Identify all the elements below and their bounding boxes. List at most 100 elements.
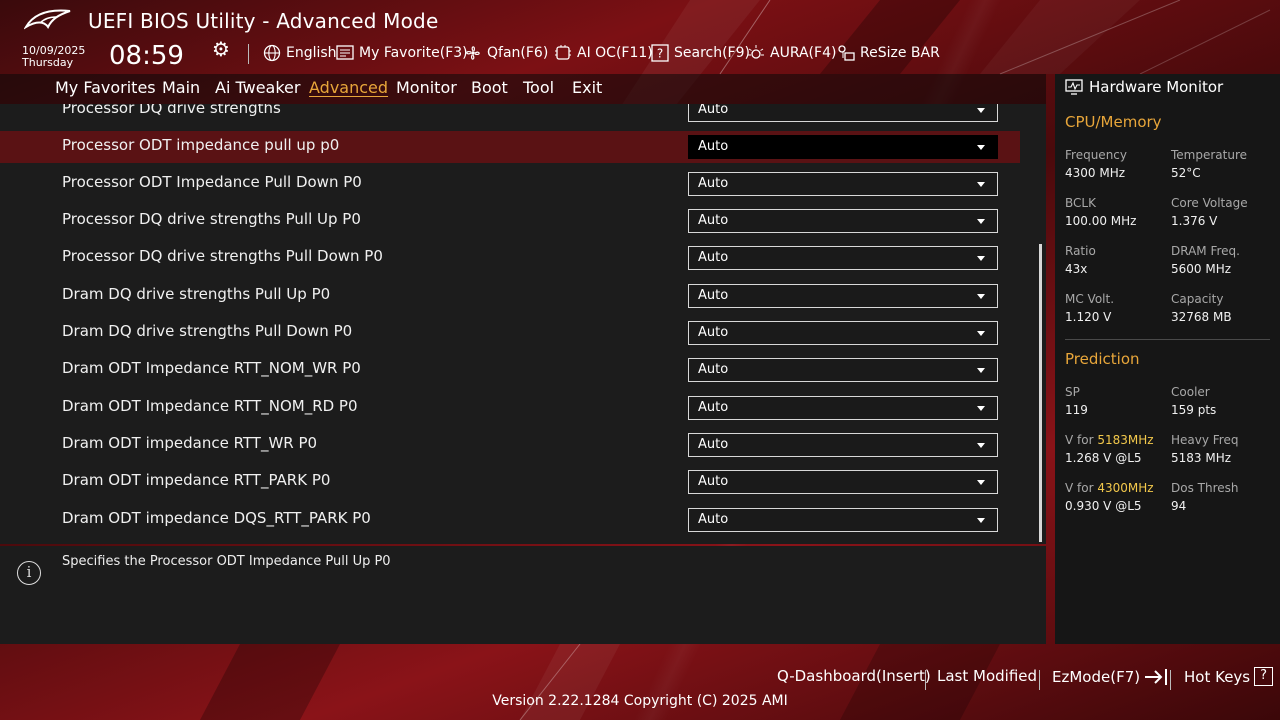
tab-exit[interactable]: Exit [572,78,602,97]
setting-label: Processor DQ drive strengths [62,104,281,117]
my-favorite-button[interactable]: My Favorite(F3) [336,42,468,64]
bclk-label: BCLK [1065,196,1096,210]
v-for-frequency: 4300MHz [1097,481,1154,495]
setting-row[interactable]: Processor DQ drive strengths Pull Down P… [0,242,1020,274]
language-button[interactable]: English [263,42,337,64]
setting-row[interactable]: Dram DQ drive strengths Pull Down P0 Aut… [0,317,1020,349]
ezmode-button[interactable]: EzMode(F7) [1052,667,1172,687]
window-title: UEFI BIOS Utility - Advanced Mode [88,9,439,33]
setting-row[interactable]: Processor DQ drive strengths Auto [0,104,1020,126]
day-text: Thursday [22,56,74,69]
setting-dropdown[interactable]: Auto [688,135,998,159]
last-modified-button[interactable]: Last Modified [937,667,1037,685]
chevron-down-icon [977,368,985,373]
hardware-monitor-title: Hardware Monitor [1089,78,1224,96]
footer-divider [925,670,926,690]
hardware-monitor-header: Hardware Monitor [1065,78,1223,96]
setting-label: Processor ODT Impedance Pull Down P0 [62,173,362,191]
header-divider [248,44,249,64]
cooler-value: 159 pts [1171,403,1217,417]
dos-thresh-value: 94 [1171,499,1187,513]
setting-dropdown[interactable]: Auto [688,433,998,457]
setting-dropdown[interactable]: Auto [688,284,998,308]
globe-icon [263,44,281,62]
aura-button[interactable]: AURA(F4) [747,42,836,64]
chevron-down-icon [977,294,985,299]
q-dashboard-button[interactable]: Q-Dashboard(Insert) [777,667,931,685]
setting-dropdown[interactable]: Auto [688,321,998,345]
resize-bar-button[interactable]: ReSize BAR [837,42,940,64]
setting-dropdown[interactable]: Auto [688,470,998,494]
footer-bar: Q-Dashboard(Insert) Last Modified EzMode… [0,644,1280,720]
setting-row[interactable]: Dram ODT impedance DQS_RTT_PARK P0 Auto [0,504,1020,536]
tab-ai-tweaker[interactable]: Ai Tweaker [215,78,300,97]
setting-label: Processor DQ drive strengths Pull Down P… [62,247,383,265]
setting-row[interactable]: Dram ODT impedance RTT_PARK P0 Auto [0,466,1020,498]
chevron-down-icon [977,331,985,336]
cpu-memory-heading: CPU/Memory [1065,113,1162,131]
info-icon: i [17,561,41,585]
footer-divider [1170,670,1171,690]
setting-dropdown[interactable]: Auto [688,172,998,196]
settings-scrollbar[interactable] [1039,244,1042,542]
chevron-down-icon [977,219,985,224]
search-button[interactable]: ? Search(F9) [651,42,750,64]
exit-arrow-icon [1145,669,1168,685]
setting-label: Dram DQ drive strengths Pull Down P0 [62,322,353,340]
setting-label: Processor DQ drive strengths Pull Up P0 [62,210,361,228]
tab-tool[interactable]: Tool [523,78,554,97]
dropdown-value: Auto [698,104,729,117]
setting-row[interactable]: Dram DQ drive strengths Pull Up P0 Auto [0,280,1020,312]
tab-boot[interactable]: Boot [471,78,508,97]
tab-advanced[interactable]: Advanced [309,78,388,97]
dropdown-value: Auto [698,139,729,154]
sp-label: SP [1065,385,1080,399]
search-help-icon: ? [651,44,669,62]
chevron-down-icon [977,406,985,411]
ai-chip-icon [554,44,572,62]
tab-main[interactable]: Main [162,78,200,97]
v-for-label-2: V for 4300MHz [1065,481,1154,495]
aura-light-icon [747,44,765,62]
help-key-icon: ? [1254,667,1274,686]
setting-dropdown[interactable]: Auto [688,508,998,532]
monitor-icon [1065,79,1083,95]
setting-row[interactable]: Processor DQ drive strengths Pull Up P0 … [0,205,1020,237]
v-for-label-1: V for 5183MHz [1065,433,1154,447]
fan-icon [464,44,482,62]
ai-oc-button[interactable]: AI OC(F11) [554,42,653,64]
setting-label: Dram ODT Impedance RTT_NOM_RD P0 [62,397,358,415]
setting-row[interactable]: Dram ODT Impedance RTT_NOM_WR P0 Auto [0,354,1020,386]
setting-label: Dram ODT impedance RTT_PARK P0 [62,471,331,489]
sp-value: 119 [1065,403,1088,417]
v-for-value-2: 0.930 V @L5 [1065,499,1142,513]
setting-row[interactable]: Processor ODT Impedance Pull Down P0 Aut… [0,168,1020,200]
hot-keys-label: Hot Keys [1184,667,1251,686]
hot-keys-button[interactable]: Hot Keys ? [1184,667,1274,686]
setting-row[interactable]: Dram ODT impedance RTT_WR P0 Auto [0,429,1020,461]
bclk-value: 100.00 MHz [1065,214,1137,228]
ratio-label: Ratio [1065,244,1096,258]
mc-volt-value: 1.120 V [1065,310,1112,324]
tab-my-favorites[interactable]: My Favorites [55,78,156,97]
setting-dropdown[interactable]: Auto [688,246,998,270]
setting-dropdown[interactable]: Auto [688,104,998,122]
setting-row[interactable]: Dram ODT Impedance RTT_NOM_RD P0 Auto [0,392,1020,424]
heavy-freq-label: Heavy Freq [1171,433,1239,447]
help-panel: i Specifies the Processor ODT Impedance … [0,546,1046,644]
date-display: 10/09/2025 Thursday [22,45,85,69]
chevron-down-icon [977,182,985,187]
setting-dropdown[interactable]: Auto [688,358,998,382]
chevron-down-icon [977,256,985,261]
qfan-button[interactable]: Qfan(F6) [464,42,548,64]
language-label: English [286,45,337,61]
v-for-value-1: 1.268 V @L5 [1065,451,1142,465]
setting-row-selected[interactable]: Processor ODT impedance pull up p0 Auto [0,131,1020,163]
tab-monitor[interactable]: Monitor [396,78,457,97]
setting-dropdown[interactable]: Auto [688,209,998,233]
help-text: Specifies the Processor ODT Impedance Pu… [62,554,391,569]
setting-dropdown[interactable]: Auto [688,396,998,420]
dropdown-value: Auto [698,437,729,452]
dropdown-value: Auto [698,400,729,415]
gear-icon[interactable]: ⚙ [212,39,232,59]
